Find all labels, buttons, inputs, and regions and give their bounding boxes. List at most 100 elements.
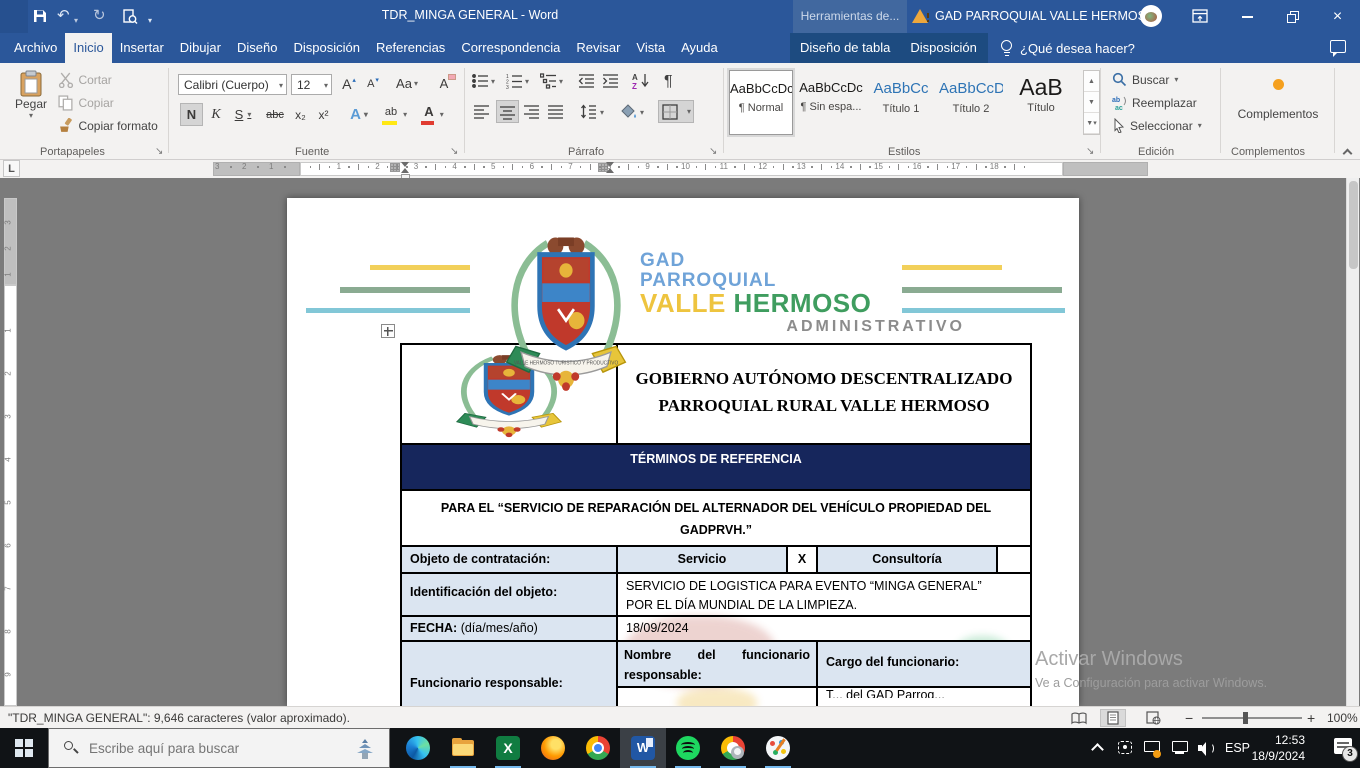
numbering-button[interactable]: 123 <box>506 73 523 89</box>
print-preview-icon[interactable] <box>122 9 138 24</box>
text-effects-button[interactable]: A▾ <box>344 103 374 126</box>
undo-icon[interactable]: ↶ <box>57 7 70 25</box>
styles-more-icon[interactable]: ▼▾ <box>1084 113 1099 134</box>
tdr-table[interactable]: GOBIERNO AUTÓNOMO DESCENTRALIZADO PARROQ… <box>400 343 1032 706</box>
sort-button[interactable]: AZ <box>632 72 650 89</box>
style-titulo-1[interactable]: AaBbCc Título 1 <box>869 70 933 135</box>
identificacion-label-cell[interactable]: Identificación del objeto: <box>402 574 618 615</box>
undo-dropdown-icon[interactable]: ▾ <box>74 12 78 30</box>
copy-button[interactable]: Copiar <box>58 94 114 112</box>
table-move-handle[interactable] <box>381 324 395 338</box>
zoom-slider-handle[interactable] <box>1243 712 1248 724</box>
tab-vista[interactable]: Vista <box>628 33 673 63</box>
word-app-icon[interactable] <box>0 0 28 33</box>
style-titulo-2[interactable]: AaBbCcD Título 2 <box>939 70 1003 135</box>
hanging-indent-marker[interactable] <box>401 168 409 173</box>
bold-button[interactable]: N <box>180 103 203 126</box>
comments-icon[interactable] <box>1330 40 1346 53</box>
multilevel-dropdown-icon[interactable]: ▾ <box>559 77 563 86</box>
font-family-dropdown-icon[interactable]: ▾ <box>279 81 283 90</box>
tab-dibujar[interactable]: Dibujar <box>172 33 229 63</box>
italic-button[interactable]: K <box>206 103 226 126</box>
tray-network-icon[interactable] <box>1172 741 1188 752</box>
taskbar-spotify[interactable] <box>668 728 708 768</box>
tray-display-icon[interactable] <box>1144 741 1160 752</box>
zoom-in-button[interactable]: + <box>1307 710 1315 726</box>
pilcrow-button[interactable]: ¶ <box>664 73 673 91</box>
change-case-button[interactable]: Aa▾ <box>392 72 422 95</box>
tell-me-box[interactable]: ¿Qué desea hacer? <box>1000 33 1135 63</box>
paragraph-dialog-launcher-icon[interactable]: ↘ <box>709 146 717 157</box>
taskbar-chrome[interactable] <box>578 728 618 768</box>
funcionario-nombre-col[interactable]: Nombre del funcionario responsable: <box>618 642 818 706</box>
underline-button[interactable]: S▾ <box>228 103 258 126</box>
vertical-scrollbar[interactable] <box>1346 178 1359 706</box>
subject-cell[interactable]: PARA EL “SERVICIO DE REPARACIÓN DEL ALTE… <box>402 491 1030 545</box>
align-right-button[interactable] <box>524 104 540 119</box>
taskbar-search[interactable] <box>48 728 390 768</box>
line-spacing-button[interactable] <box>580 104 597 119</box>
tab-disposicion[interactable]: Disposición <box>285 33 367 63</box>
taskbar-edge[interactable] <box>398 728 438 768</box>
decrease-indent-button[interactable] <box>578 73 595 89</box>
font-size-input[interactable] <box>297 75 315 94</box>
paste-button[interactable]: Pegar ▾ <box>8 67 54 143</box>
styles-dialog-launcher-icon[interactable]: ↘ <box>1086 146 1094 157</box>
tray-volume-icon[interactable] <box>1198 741 1214 755</box>
replace-button[interactable]: abac Reemplazar <box>1112 95 1197 110</box>
identificacion-value-cell[interactable]: SERVICIO DE LOGISTICA PARA EVENTO “MINGA… <box>618 574 1030 615</box>
tab-stop-selector[interactable]: L <box>3 160 20 177</box>
minimize-button[interactable] <box>1225 0 1270 33</box>
tab-referencias[interactable]: Referencias <box>368 33 453 63</box>
org-title-cell[interactable]: GOBIERNO AUTÓNOMO DESCENTRALIZADO PARROQ… <box>618 345 1030 443</box>
tray-language[interactable]: ESP <box>1225 741 1250 755</box>
bullets-dropdown-icon[interactable]: ▾ <box>491 77 495 86</box>
close-button[interactable]: × <box>1315 0 1360 33</box>
tab-correspondencia[interactable]: Correspondencia <box>453 33 568 63</box>
highlight-button[interactable]: ab▾ <box>380 103 412 126</box>
justify-button[interactable] <box>548 104 564 119</box>
addins-button[interactable]: Complementos <box>1226 69 1330 121</box>
taskbar-paint3d[interactable] <box>758 728 798 768</box>
bullets-button[interactable] <box>472 73 489 89</box>
tab-ayuda[interactable]: Ayuda <box>673 33 726 63</box>
zoom-out-button[interactable]: − <box>1185 710 1193 726</box>
taskbar-firefox[interactable] <box>533 728 573 768</box>
font-color-button[interactable]: A▾ <box>418 103 450 126</box>
multilevel-list-button[interactable] <box>540 73 557 89</box>
servicio-mark-cell[interactable]: X <box>788 547 818 572</box>
customize-qat-icon[interactable]: ▾ <box>148 12 152 30</box>
start-button[interactable] <box>0 728 48 768</box>
account-alert-text[interactable]: GAD PARROQUIAL VALLE HERMOSO <box>935 9 1156 23</box>
taskbar-search-input[interactable] <box>89 741 319 756</box>
font-dialog-launcher-icon[interactable]: ↘ <box>450 146 458 157</box>
tab-insertar[interactable]: Insertar <box>112 33 172 63</box>
objeto-label-cell[interactable]: Objeto de contratación: <box>402 547 618 572</box>
web-layout-button[interactable] <box>1140 709 1166 727</box>
tab-diseno-de-tabla[interactable]: Diseño de tabla <box>790 33 900 63</box>
font-family-combo[interactable]: ▾ <box>178 74 287 95</box>
ribbon-display-options-icon[interactable] <box>1192 9 1208 24</box>
numbering-dropdown-icon[interactable]: ▾ <box>525 77 529 86</box>
cut-button[interactable]: Cortar <box>58 71 112 89</box>
font-size-combo[interactable]: ▾ <box>291 74 332 95</box>
clear-formatting-button[interactable]: A <box>432 72 456 95</box>
ruler-table-marker[interactable] <box>390 163 400 172</box>
format-painter-button[interactable]: Copiar formato <box>58 117 158 135</box>
print-layout-button[interactable] <box>1100 709 1126 727</box>
tab-disposicion-tabla[interactable]: Disposición <box>900 33 986 63</box>
consultoria-mark-cell[interactable] <box>998 547 1030 572</box>
save-icon[interactable] <box>33 9 47 23</box>
style-titulo[interactable]: AaB Título <box>1009 70 1073 135</box>
find-button[interactable]: Buscar ▾ <box>1112 72 1178 87</box>
tray-clock[interactable]: 12:53 18/9/2024 <box>1252 732 1305 764</box>
status-info[interactable]: "TDR_MINGA GENERAL": 9,646 caracteres (v… <box>8 711 350 725</box>
grow-font-button[interactable]: A▴ <box>338 72 360 95</box>
font-family-input[interactable] <box>184 75 270 94</box>
collapse-ribbon-icon[interactable] <box>1343 149 1353 159</box>
clipboard-dialog-launcher-icon[interactable]: ↘ <box>155 146 163 157</box>
select-button[interactable]: Seleccionar ▾ <box>1112 118 1202 133</box>
tab-revisar[interactable]: Revisar <box>568 33 628 63</box>
styles-gallery-scroll[interactable]: ▲ ▼ ▼▾ <box>1083 70 1100 135</box>
tab-inicio[interactable]: Inicio <box>65 33 111 63</box>
